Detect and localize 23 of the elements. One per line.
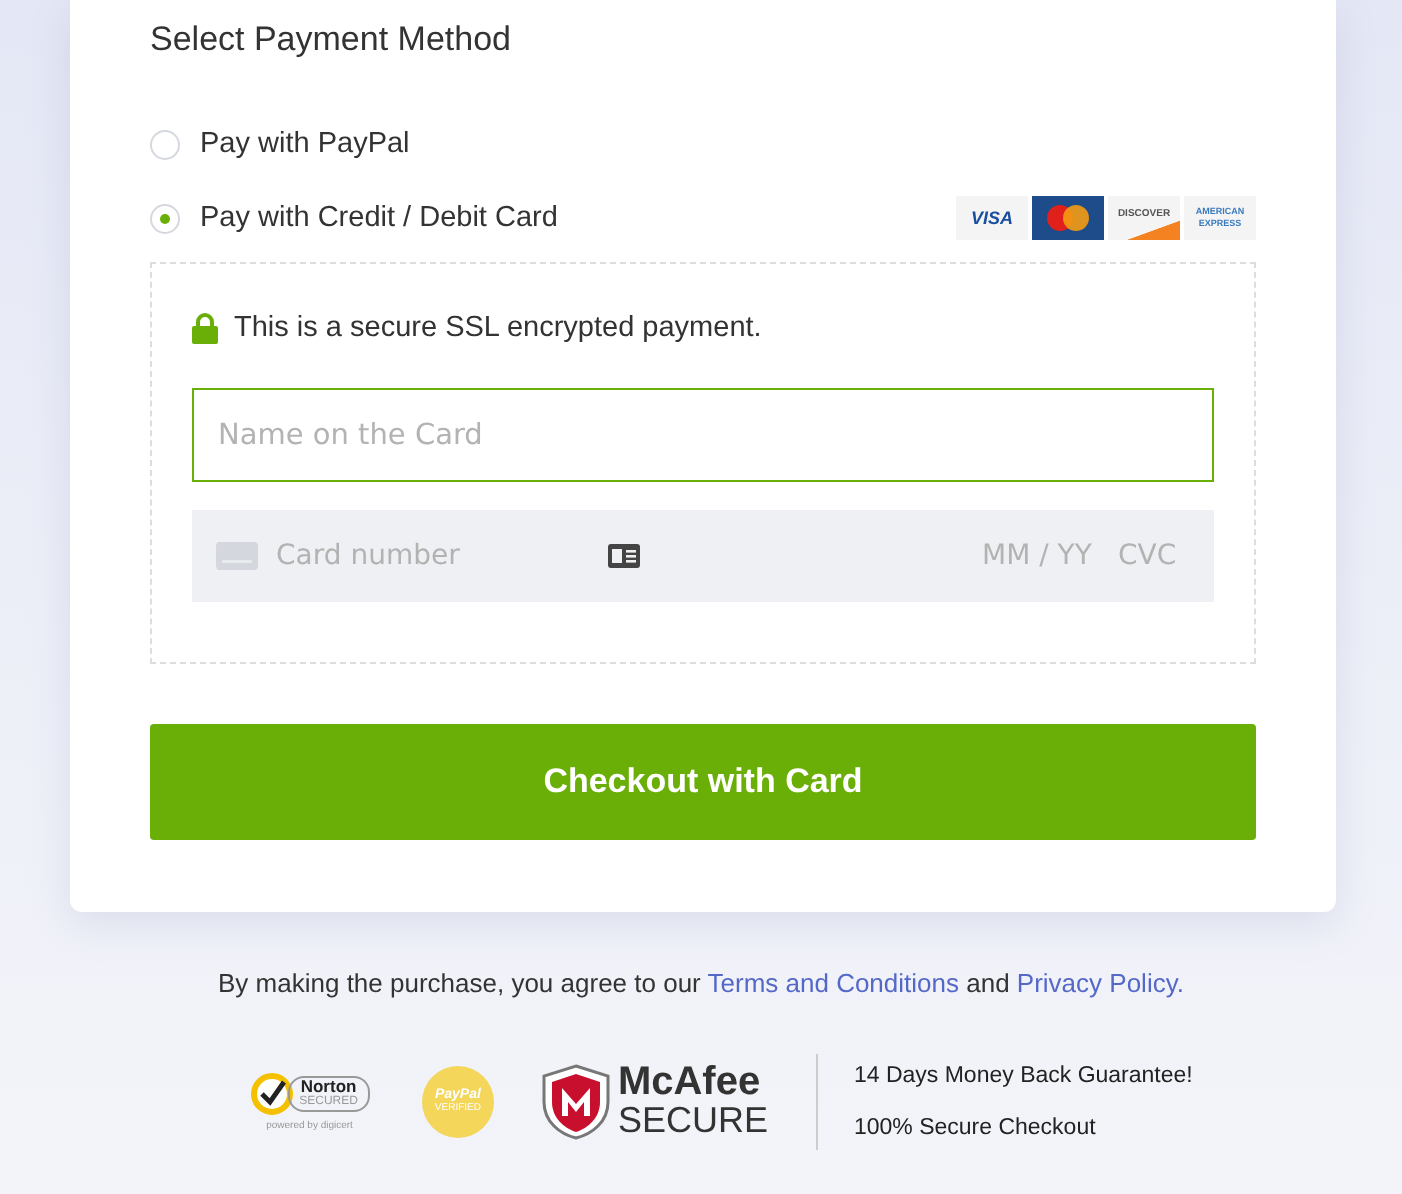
mcafee-badge: McAfee SECURE [541, 1064, 768, 1140]
cvc-input[interactable]: CVC [1118, 540, 1190, 572]
guarantee-text: 100% Secure Checkout [853, 1114, 1098, 1144]
card-details-field[interactable]: Card number MM / YY CVC [192, 510, 1214, 602]
card-icon [216, 542, 258, 570]
agreement-text: By making the purchase, you agree to our Terms and Conditions and Privacy Policy. [216, 968, 1186, 998]
card-number-input[interactable]: Card number [276, 540, 596, 572]
terms-link[interactable]: Terms and Conditions [707, 968, 959, 998]
expiry-input[interactable]: MM / YY [982, 540, 1114, 572]
guarantee-text: 14 Days Money Back Guarantee! [853, 1062, 1193, 1092]
lock-icon [192, 312, 218, 344]
checkout-button[interactable]: Checkout with Card [150, 724, 1256, 840]
id-card-icon [608, 544, 640, 568]
secure-note: This is a secure SSL encrypted payment. [234, 312, 762, 344]
card-logo: VISA [956, 196, 1028, 240]
radio-label[interactable]: Pay with Credit / Debit Card [200, 202, 558, 234]
card-logo-icon [1032, 196, 1104, 240]
radio-button[interactable] [150, 129, 180, 159]
radio-button[interactable] [150, 203, 180, 233]
name-input-field[interactable]: Name on the Card [192, 388, 1214, 482]
radio-label[interactable]: Pay with PayPal [200, 128, 410, 160]
section-title: Select Payment Method [150, 18, 513, 62]
privacy-link[interactable]: Privacy Policy. [1016, 968, 1184, 998]
